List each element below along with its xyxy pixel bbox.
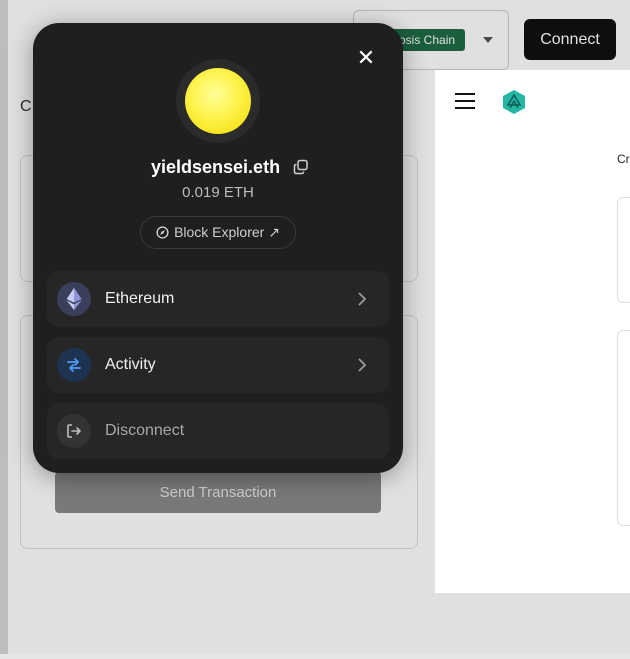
close-icon[interactable]: ✕: [352, 44, 380, 72]
avatar: [185, 68, 251, 134]
activity-item[interactable]: Activity: [47, 337, 389, 393]
network-item-ethereum[interactable]: Ethereum: [47, 271, 389, 327]
bottom-edge-bar: [0, 654, 630, 659]
disconnect-icon: [57, 414, 91, 448]
disconnect-label: Disconnect: [105, 422, 185, 439]
embedded-card-large: [617, 330, 630, 526]
block-explorer-button[interactable]: Block Explorer ↗: [140, 216, 296, 249]
app-logo-icon: [503, 90, 525, 114]
disconnect-button[interactable]: Disconnect: [47, 403, 389, 459]
chevron-right-icon: [358, 358, 367, 372]
embedded-card: [617, 197, 630, 303]
activity-swap-icon: [57, 348, 91, 382]
copy-icon[interactable]: [293, 159, 309, 175]
network-item-label: Ethereum: [105, 290, 175, 307]
block-explorer-label: Block Explorer ↗: [174, 224, 280, 240]
embedded-heading: Cr: [617, 152, 630, 166]
compass-icon: [156, 226, 169, 239]
wallet-balance: 0.019 ETH: [182, 184, 254, 201]
embedded-app-frame: [435, 70, 630, 593]
ens-name: yieldsensei.eth: [151, 157, 281, 177]
ethereum-icon: [57, 282, 91, 316]
activity-label: Activity: [105, 356, 156, 373]
hamburger-menu-icon[interactable]: [455, 93, 475, 109]
chevron-right-icon: [358, 292, 367, 306]
